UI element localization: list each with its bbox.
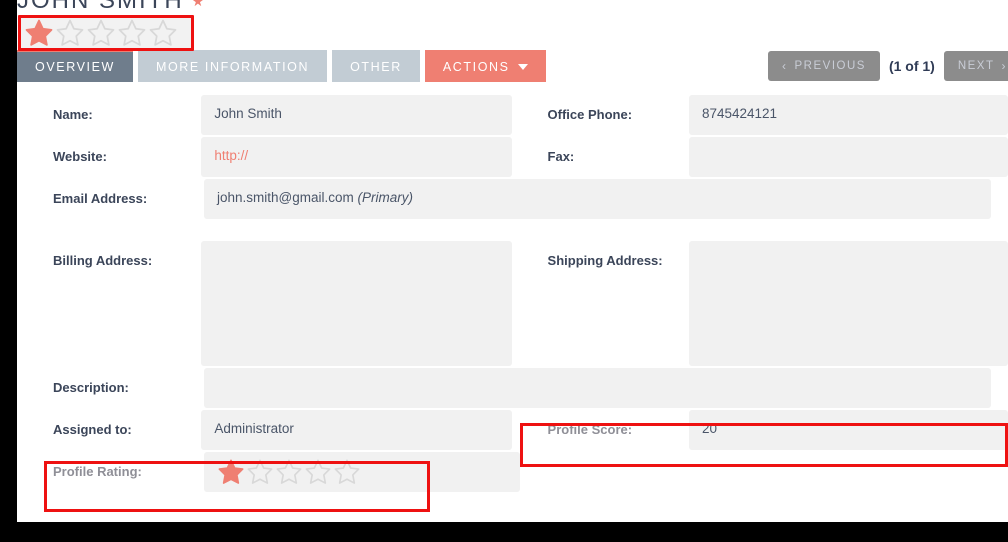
email-label: Email Address: — [53, 191, 148, 206]
star-filled-icon[interactable] — [24, 18, 54, 48]
tab-other-label: OTHER — [350, 60, 402, 74]
actions-menu-label: ACTIONS — [442, 60, 510, 74]
detail-form: Name: John Smith Office Phone: 874542412… — [17, 95, 1008, 494]
website-value[interactable]: http:// — [201, 137, 512, 177]
tab-more-information-label: MORE INFORMATION — [155, 60, 310, 74]
star-empty-icon[interactable] — [333, 458, 361, 486]
star-empty-icon[interactable] — [117, 18, 147, 48]
star-empty-icon[interactable] — [148, 18, 178, 48]
field-row-email: Email Address: john.smith@gmail.com (Pri… — [17, 179, 1008, 219]
billing-address-value[interactable] — [201, 241, 512, 366]
next-button-label: NEXT — [957, 60, 995, 72]
assigned-to-label: Assigned to: — [53, 422, 132, 437]
profile-rating-value[interactable] — [204, 452, 520, 492]
email-value-cell[interactable]: john.smith@gmail.com (Primary) — [204, 179, 991, 219]
description-value[interactable] — [204, 368, 991, 408]
chevron-right-icon: › — [1001, 59, 1007, 73]
field-row-assigned-score: Assigned to: Administrator Profile Score… — [17, 410, 1008, 450]
shipping-address-value[interactable] — [688, 241, 1008, 366]
actions-menu-button[interactable]: ACTIONS — [424, 50, 546, 82]
description-label: Description: — [53, 380, 129, 395]
star-empty-icon[interactable] — [55, 18, 85, 48]
field-row-name: Name: John Smith Office Phone: 874542412… — [17, 95, 1008, 135]
pagination: ‹ PREVIOUS (1 of 1) NEXT › — [768, 50, 1008, 82]
previous-button-label: PREVIOUS — [794, 60, 866, 72]
office-phone-label: Office Phone: — [547, 107, 633, 122]
shipping-address-label: Shipping Address: — [547, 253, 663, 268]
record-rating-stars[interactable] — [24, 18, 178, 48]
office-phone-value[interactable]: 8745424121 — [688, 95, 1008, 135]
star-empty-icon[interactable] — [86, 18, 116, 48]
field-row-addresses: Billing Address: Shipping Address: — [17, 241, 1008, 366]
profile-score-value[interactable]: 20 — [688, 410, 1008, 450]
field-row-description: Description: — [17, 368, 1008, 408]
page-title: JOHN SMITH ★ — [17, 0, 204, 16]
email-value[interactable]: john.smith@gmail.com — [217, 190, 354, 205]
record-detail-page: JOHN SMITH ★ OVERVIEW MORE INFORMATION O… — [17, 0, 1008, 522]
star-icon: ★ — [191, 0, 205, 9]
tab-other[interactable]: OTHER — [332, 50, 420, 82]
fax-label: Fax: — [547, 149, 575, 164]
chevron-down-icon — [517, 64, 528, 70]
star-empty-icon[interactable] — [275, 458, 303, 486]
record-rating-widget[interactable] — [20, 17, 192, 49]
profile-rating-label: Profile Rating: — [53, 464, 142, 479]
tab-more-information[interactable]: MORE INFORMATION — [137, 50, 328, 82]
previous-button[interactable]: ‹ PREVIOUS — [768, 51, 880, 81]
name-value[interactable]: John Smith — [201, 95, 512, 135]
profile-score-label: Profile Score: — [547, 422, 633, 437]
screen: JOHN SMITH ★ OVERVIEW MORE INFORMATION O… — [0, 0, 1008, 542]
assigned-to-value[interactable]: Administrator — [201, 410, 512, 450]
email-primary-note: (Primary) — [357, 190, 414, 205]
billing-address-label: Billing Address: — [53, 253, 153, 268]
star-empty-icon[interactable] — [246, 458, 274, 486]
website-label: Website: — [53, 149, 107, 164]
tab-overview-label: OVERVIEW — [35, 60, 115, 74]
fax-value[interactable] — [688, 137, 1008, 177]
chevron-left-icon: ‹ — [782, 59, 788, 73]
next-button[interactable]: NEXT › — [943, 51, 1008, 81]
profile-rating-stars[interactable] — [217, 458, 361, 486]
star-filled-icon[interactable] — [217, 458, 245, 486]
pagination-count: (1 of 1) — [888, 58, 935, 74]
field-row-website: Website: http:// Fax: — [17, 137, 1008, 177]
tab-overview[interactable]: OVERVIEW — [17, 50, 133, 82]
name-label: Name: — [53, 107, 93, 122]
field-row-profile-rating: Profile Rating: — [17, 452, 1008, 492]
record-title: JOHN SMITH — [17, 0, 184, 14]
star-empty-icon[interactable] — [304, 458, 332, 486]
